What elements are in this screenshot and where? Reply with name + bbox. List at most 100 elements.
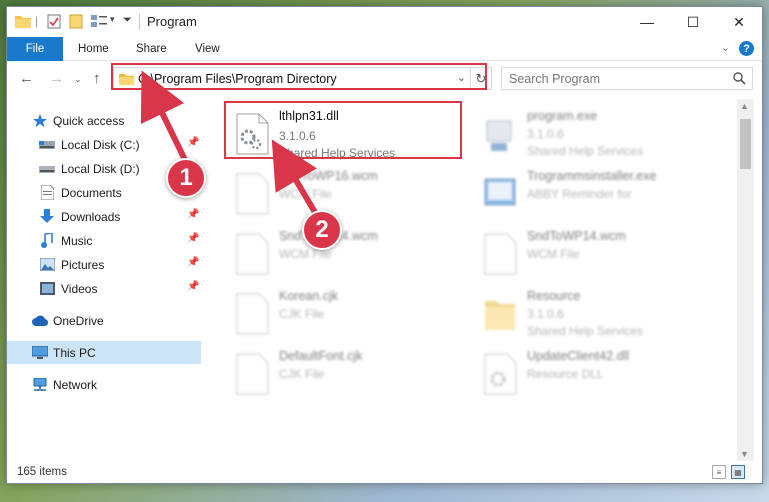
recent-locations-icon[interactable]: ⌄	[74, 74, 82, 85]
sidebar-item-local-disk-c[interactable]: Local Disk (C:) 📌	[7, 133, 201, 156]
file-item-updateclient42-dll[interactable]: UpdateClient42.dll Resource DLL	[475, 345, 715, 403]
file-type: WCM File	[279, 187, 332, 201]
new-folder-icon[interactable]	[69, 14, 83, 29]
file-item-sndtowp14-wcm[interactable]: SndToWP14.wcm WCM File	[227, 225, 467, 283]
file-item-installer-exe[interactable]: Trogrammsinstaller.exe ABBY Reminder for	[475, 165, 715, 223]
up-arrow-icon[interactable]: ↑	[93, 70, 101, 87]
sidebar-item-label: Local Disk (D:)	[61, 161, 140, 176]
file-name: UpdateClient42.dll	[527, 349, 630, 363]
quick-access-dropdown-icon[interactable]: ⏷	[123, 14, 132, 27]
address-bar[interactable]: C:\Program Files\Program Directory ⌄	[113, 67, 471, 90]
tab-file[interactable]: File	[7, 37, 63, 61]
maximize-button[interactable]: ☐	[670, 7, 716, 37]
star-icon	[32, 113, 48, 129]
customize-view-icon[interactable]	[91, 14, 107, 28]
folder-icon	[483, 293, 517, 335]
folder-icon	[119, 72, 134, 88]
file-item-lthlpn31-dll[interactable]: lthlpn31.dll 3.1.0.6 Shared Help Service…	[227, 105, 467, 163]
navigation-bar: ← → ⌄ ↑ C:\Program Files\Program Directo…	[7, 61, 762, 97]
vertical-scrollbar[interactable]: ▲ ▼	[737, 99, 754, 461]
file-name: DefaultFont.cjk	[279, 349, 363, 363]
tab-share[interactable]: Share	[136, 37, 167, 61]
file-name: program.exe	[527, 109, 598, 123]
search-icon[interactable]	[733, 72, 746, 88]
file-description: Shared Help Services	[527, 144, 644, 158]
minimize-button[interactable]: —	[624, 7, 670, 37]
file-icon	[235, 173, 269, 215]
folder-icon[interactable]	[15, 14, 31, 28]
details-view-icon[interactable]: ≡	[712, 465, 726, 479]
file-item-program-exe[interactable]: program.exe 3.1.0.6 Shared Help Services	[475, 105, 715, 163]
documents-icon	[39, 185, 55, 201]
refresh-button[interactable]: ↻	[470, 67, 492, 90]
tab-view[interactable]: View	[195, 37, 220, 61]
sidebar-item-music[interactable]: Music 📌	[7, 229, 201, 252]
search-box[interactable]	[501, 67, 753, 90]
file-version: 3.1.0.6	[279, 129, 316, 143]
help-icon[interactable]: ?	[739, 41, 754, 56]
dll-file-icon	[483, 353, 517, 395]
scroll-up-icon[interactable]: ▲	[740, 101, 749, 111]
drive-icon	[39, 161, 55, 177]
file-version: 3.1.0.6	[527, 307, 564, 321]
scroll-thumb[interactable]	[740, 119, 751, 169]
sidebar-item-onedrive[interactable]: OneDrive	[7, 309, 201, 332]
videos-icon	[39, 281, 55, 297]
dll-file-icon	[235, 113, 269, 155]
expand-ribbon-icon[interactable]: ⌄	[721, 41, 730, 54]
sidebar-item-label: OneDrive	[53, 313, 104, 328]
sidebar-item-network[interactable]: Network	[7, 373, 201, 396]
exe-file-icon	[483, 113, 517, 155]
address-path[interactable]: C:\Program Files\Program Directory	[138, 72, 337, 86]
sidebar-item-pictures[interactable]: Pictures 📌	[7, 253, 201, 276]
file-icon	[235, 293, 269, 335]
file-item-korean-cjk[interactable]: Korean.cjk CJK File	[227, 285, 467, 343]
sidebar-item-quick-access[interactable]: Quick access	[7, 109, 201, 132]
sidebar-item-videos[interactable]: Videos 📌	[7, 277, 201, 300]
close-button[interactable]: ✕	[716, 7, 762, 37]
file-item-defaultfont-cjk[interactable]: DefaultFont.cjk CJK File	[227, 345, 467, 403]
cloud-icon	[32, 313, 48, 329]
exe-file-icon	[483, 173, 517, 215]
pin-icon[interactable]: 📌	[187, 281, 199, 292]
file-icon	[235, 233, 269, 275]
back-arrow-icon[interactable]: ←	[19, 70, 34, 87]
ribbon-tabs: File Home Share View ⌄ ?	[7, 37, 762, 61]
explorer-window: | ▾ ⏷ Program — ☐ ✕ File Home Share View…	[6, 6, 763, 484]
pictures-icon	[39, 257, 55, 273]
sidebar-item-label: Local Disk (C:)	[61, 137, 140, 152]
item-count: 165 items	[17, 466, 67, 478]
scroll-down-icon[interactable]: ▼	[740, 449, 749, 459]
file-type: ABBY Reminder for	[527, 187, 632, 201]
forward-arrow-icon[interactable]: →	[49, 70, 64, 87]
pin-icon[interactable]: 📌	[187, 209, 199, 220]
pin-icon[interactable]: 📌	[187, 137, 199, 148]
file-description: Shared Help Services	[527, 324, 644, 338]
sidebar-item-label: Videos	[61, 281, 98, 296]
chevron-down-icon[interactable]: ⌄	[457, 71, 466, 84]
sidebar-item-label: Downloads	[61, 209, 121, 224]
file-name: Resource	[527, 289, 581, 303]
folder-item-resource[interactable]: Resource 3.1.0.6 Shared Help Services	[475, 285, 715, 343]
search-input[interactable]	[502, 68, 732, 89]
sidebar-item-label: Music	[61, 233, 93, 248]
window-title: Program	[147, 14, 197, 29]
pin-icon[interactable]: 📌	[187, 233, 199, 244]
properties-icon[interactable]	[47, 14, 61, 29]
large-icons-view-icon[interactable]: ▦	[731, 465, 745, 479]
status-bar: 165 items ≡ ▦	[7, 461, 762, 483]
file-name: Trogrammsinstaller.exe	[527, 169, 657, 183]
file-name: lthlpn31.dll	[279, 109, 339, 123]
file-name: Korean.cjk	[279, 289, 339, 303]
chevron-down-icon[interactable]: ▾	[110, 14, 115, 25]
sidebar-item-downloads[interactable]: Downloads 📌	[7, 205, 201, 228]
file-item-sndtowp14-wcm-2[interactable]: SndToWP14.wcm WCM File	[475, 225, 715, 283]
file-type: CJK File	[279, 307, 325, 321]
tab-home[interactable]: Home	[78, 37, 109, 61]
music-icon	[39, 233, 55, 249]
pin-icon[interactable]: 📌	[187, 257, 199, 268]
file-icon	[235, 353, 269, 395]
navigation-pane: Quick access Local Disk (C:) 📌 Local Dis…	[7, 99, 201, 459]
file-item-sndtowp16-wcm[interactable]: SndToWP16.wcm WCM File	[227, 165, 467, 223]
sidebar-item-this-pc[interactable]: This PC	[7, 341, 201, 364]
